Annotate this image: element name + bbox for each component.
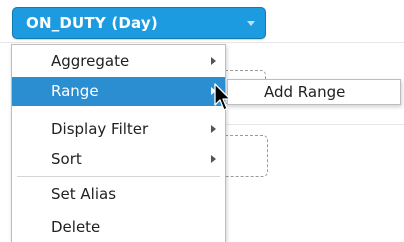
menu-item-label: Display Filter — [51, 120, 149, 138]
menu-item-label: Range — [51, 82, 99, 100]
range-submenu: Add Range — [227, 79, 401, 105]
menu-item-label: Delete — [51, 218, 101, 236]
menu-item-delete[interactable]: Delete — [12, 213, 225, 242]
chevron-right-icon — [211, 155, 216, 163]
chevron-down-icon[interactable] — [247, 21, 255, 26]
field-pill[interactable]: ON_DUTY (Day) — [12, 7, 266, 39]
menu-item-label: Set Alias — [51, 185, 117, 203]
mouse-pointer-icon — [214, 83, 231, 111]
submenu-item-add-range[interactable]: Add Range — [228, 80, 400, 104]
menu-item-set-alias[interactable]: Set Alias — [12, 180, 225, 209]
menu-item-label: Sort — [51, 150, 82, 168]
panel-divider — [0, 42, 404, 43]
menu-item-aggregate[interactable]: Aggregate — [12, 47, 225, 76]
chevron-right-icon — [211, 125, 216, 133]
menu-item-sort[interactable]: Sort — [12, 145, 225, 174]
panel-divider — [226, 124, 404, 125]
field-pill-label: ON_DUTY (Day) — [26, 14, 158, 32]
menu-item-range[interactable]: Range — [12, 77, 225, 106]
submenu-item-label: Add Range — [264, 83, 346, 101]
chevron-right-icon — [211, 57, 216, 65]
context-menu: Aggregate Range Display Filter Sort Set … — [11, 44, 226, 242]
menu-item-label: Aggregate — [51, 52, 130, 70]
menu-divider — [17, 176, 220, 177]
menu-item-display-filter[interactable]: Display Filter — [12, 115, 225, 144]
